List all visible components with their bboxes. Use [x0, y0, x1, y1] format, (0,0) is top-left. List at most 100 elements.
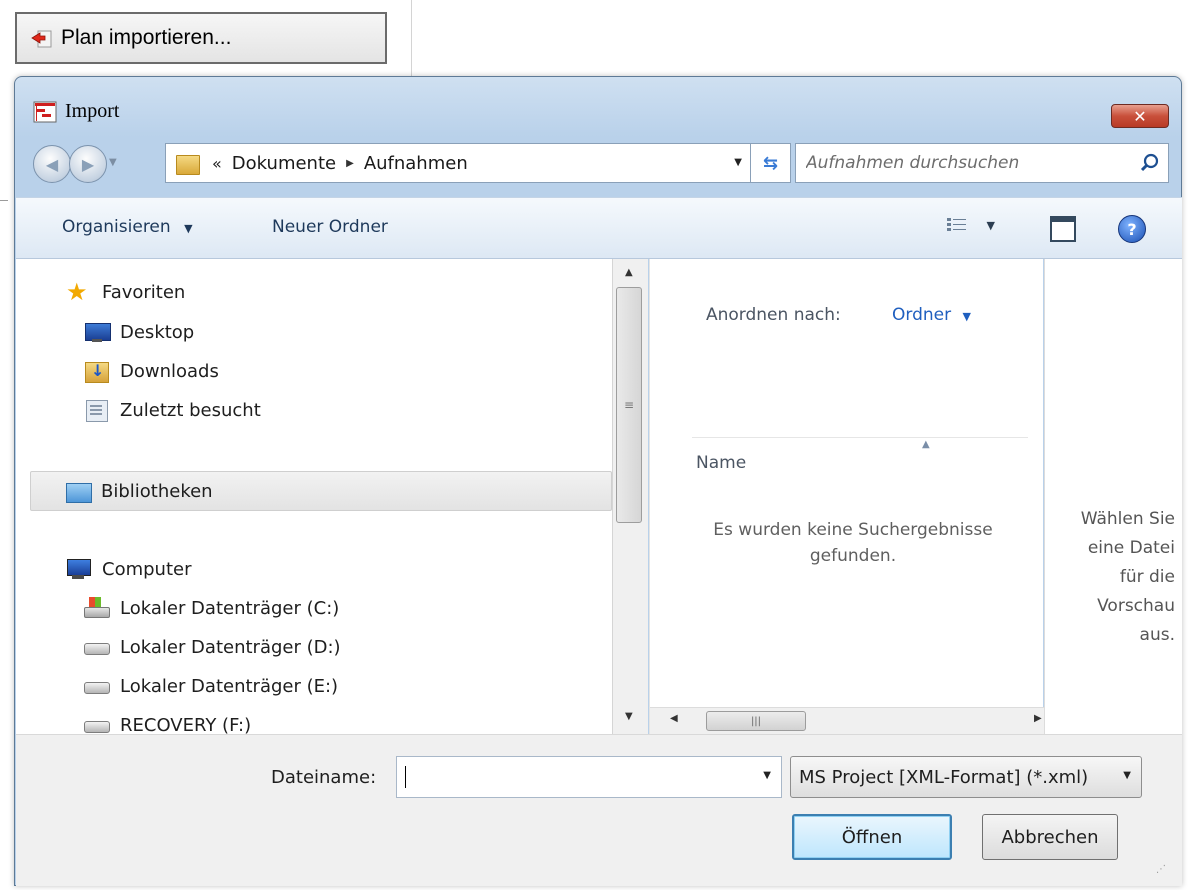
- preview-placeholder-text: Wählen Sie eine Datei für die Vorschau a…: [1045, 505, 1183, 650]
- back-button[interactable]: ◀: [33, 145, 71, 183]
- breadcrumb-separator-icon[interactable]: ▶: [346, 158, 354, 169]
- cancel-button-label: Abbrechen: [1001, 826, 1099, 848]
- hard-drive-icon: [84, 714, 110, 734]
- plan-import-label: Plan importieren...: [61, 26, 232, 49]
- organize-button[interactable]: Organisieren ▼: [62, 217, 193, 237]
- preview-line: für die: [1119, 567, 1175, 587]
- column-header-name[interactable]: Name: [696, 453, 746, 473]
- file-type-select[interactable]: MS Project [XML-Format] (*.xml) ▼: [790, 756, 1142, 798]
- preview-line: Wählen Sie: [1080, 509, 1175, 529]
- chevron-down-icon: ▼: [1123, 770, 1131, 781]
- arrange-by-dropdown[interactable]: Ordner ▼: [892, 305, 971, 325]
- file-type-value: MS Project [XML-Format] (*.xml): [799, 766, 1089, 788]
- change-view-button[interactable]: ▼: [946, 216, 1016, 242]
- help-button[interactable]: ?: [1118, 215, 1146, 243]
- breadcrumb-aufnahmen[interactable]: Aufnahmen: [364, 153, 468, 174]
- downloads-folder-icon: [84, 360, 110, 383]
- grip-icon: ≡: [623, 398, 635, 412]
- scrollbar-thumb[interactable]: ≡: [616, 287, 642, 523]
- scroll-left-arrow-icon[interactable]: ◀: [670, 713, 678, 724]
- arrange-by-value: Ordner: [892, 305, 952, 325]
- nav-computer-label: Computer: [102, 558, 192, 580]
- nav-drive-e-label: Lokaler Datenträger (E:): [120, 675, 339, 697]
- help-icon: ?: [1127, 219, 1137, 239]
- nav-drive-d-label: Lokaler Datenträger (D:): [120, 636, 341, 658]
- horizontal-scrollbar[interactable]: ◀ ||| ▶: [650, 707, 1044, 734]
- dialog-titlebar[interactable]: Import ✕: [15, 77, 1181, 139]
- desktop-icon: [84, 321, 111, 343]
- new-folder-label: Neuer Ordner: [272, 217, 388, 237]
- nav-favorites-label: Favoriten: [102, 281, 186, 303]
- libraries-icon: [65, 480, 92, 503]
- system-drive-icon: [84, 597, 110, 619]
- nav-libraries[interactable]: Bibliotheken: [30, 471, 612, 511]
- preview-line: aus.: [1139, 625, 1175, 645]
- grip-icon: |||: [750, 715, 762, 727]
- horizontal-scrollbar-thumb[interactable]: |||: [706, 711, 806, 731]
- preview-pane-toggle[interactable]: [1050, 216, 1076, 242]
- preview-line: Vorschau: [1097, 596, 1175, 616]
- recent-pages-dropdown[interactable]: ▼: [109, 157, 123, 171]
- filename-input[interactable]: [403, 763, 743, 791]
- close-icon: ✕: [1133, 106, 1147, 126]
- navigation-pane: ★ Favoriten Desktop Downloads Zuletzt be…: [16, 259, 612, 734]
- new-folder-button[interactable]: Neuer Ordner: [272, 217, 388, 237]
- file-list-pane: Anordnen nach: Ordner ▼ ▲ Name Es wurden…: [649, 259, 1044, 734]
- background-divider: [411, 0, 412, 78]
- close-button[interactable]: ✕: [1111, 104, 1169, 128]
- search-box[interactable]: [795, 143, 1169, 183]
- dialog-footer: Dateiname: ▼ MS Project [XML-Format] (*.…: [16, 734, 1182, 886]
- text-caret: [405, 766, 406, 788]
- search-input[interactable]: [806, 153, 1126, 173]
- nav-recent-places[interactable]: Zuletzt besucht: [84, 399, 261, 422]
- refresh-icon: ⇆: [762, 152, 779, 174]
- cancel-button[interactable]: Abbrechen: [982, 814, 1118, 860]
- nav-recent-label: Zuletzt besucht: [120, 399, 261, 421]
- nav-favorites[interactable]: ★ Favoriten: [66, 280, 186, 304]
- open-button-label: Öffnen: [841, 826, 903, 848]
- empty-results-message: Es wurden keine Suchergebnisse gefunden.: [713, 520, 993, 566]
- scroll-right-arrow-icon[interactable]: ▶: [1034, 713, 1042, 724]
- nav-downloads[interactable]: Downloads: [84, 360, 219, 383]
- filename-label: Dateiname:: [271, 767, 377, 788]
- filename-combobox[interactable]: ▼: [396, 756, 782, 798]
- nav-computer[interactable]: Computer: [66, 558, 191, 580]
- preview-pane: Wählen Sie eine Datei für die Vorschau a…: [1044, 259, 1182, 734]
- plan-import-button[interactable]: Plan importieren...: [15, 12, 387, 64]
- refresh-button[interactable]: ⇆: [751, 143, 791, 183]
- scroll-down-arrow-icon[interactable]: ▼: [625, 711, 633, 722]
- computer-icon: [66, 558, 92, 580]
- folder-icon: [176, 153, 200, 175]
- import-app-icon: [33, 101, 57, 123]
- forward-arrow-icon: ▶: [81, 154, 95, 174]
- resize-grip-icon[interactable]: ⋰: [1156, 865, 1172, 883]
- import-dialog: Import ✕ ◀ ▶ ▼ « Dokumente ▶ Aufnahmen ▼…: [14, 76, 1182, 886]
- dialog-title: Import: [65, 100, 120, 122]
- recent-places-icon: [84, 399, 110, 422]
- organize-label: Organisieren: [62, 217, 171, 237]
- nav-drive-d[interactable]: Lokaler Datenträger (D:): [84, 636, 341, 658]
- chevron-down-icon: ▼: [184, 222, 193, 235]
- address-bar[interactable]: « Dokumente ▶ Aufnahmen ▼: [165, 143, 751, 183]
- scroll-up-arrow-icon[interactable]: ▲: [625, 267, 633, 278]
- nav-desktop-label: Desktop: [120, 321, 195, 343]
- chevron-down-icon: ▼: [986, 219, 995, 232]
- background-tick: [0, 200, 8, 201]
- open-button[interactable]: Öffnen: [792, 814, 952, 860]
- preview-line: eine Datei: [1087, 538, 1175, 558]
- forward-button[interactable]: ▶: [69, 145, 107, 183]
- nav-drive-c-label: Lokaler Datenträger (C:): [120, 597, 340, 619]
- nav-drive-f-label: RECOVERY (F:): [120, 714, 252, 735]
- nav-libraries-label: Bibliotheken: [101, 480, 213, 502]
- address-overflow-chevron[interactable]: «: [212, 154, 222, 173]
- nav-desktop[interactable]: Desktop: [84, 321, 194, 343]
- nav-drive-e[interactable]: Lokaler Datenträger (E:): [84, 675, 338, 697]
- navigation-scrollbar[interactable]: ▲ ≡ ▼: [612, 259, 648, 734]
- nav-drive-c[interactable]: Lokaler Datenträger (C:): [84, 597, 339, 619]
- search-icon[interactable]: [1140, 153, 1160, 173]
- address-dropdown-icon[interactable]: ▼: [734, 157, 742, 168]
- back-arrow-icon: ◀: [45, 154, 59, 174]
- breadcrumb-dokumente[interactable]: Dokumente: [232, 153, 336, 174]
- chevron-down-icon[interactable]: ▼: [763, 770, 771, 781]
- nav-drive-f[interactable]: RECOVERY (F:): [84, 714, 251, 734]
